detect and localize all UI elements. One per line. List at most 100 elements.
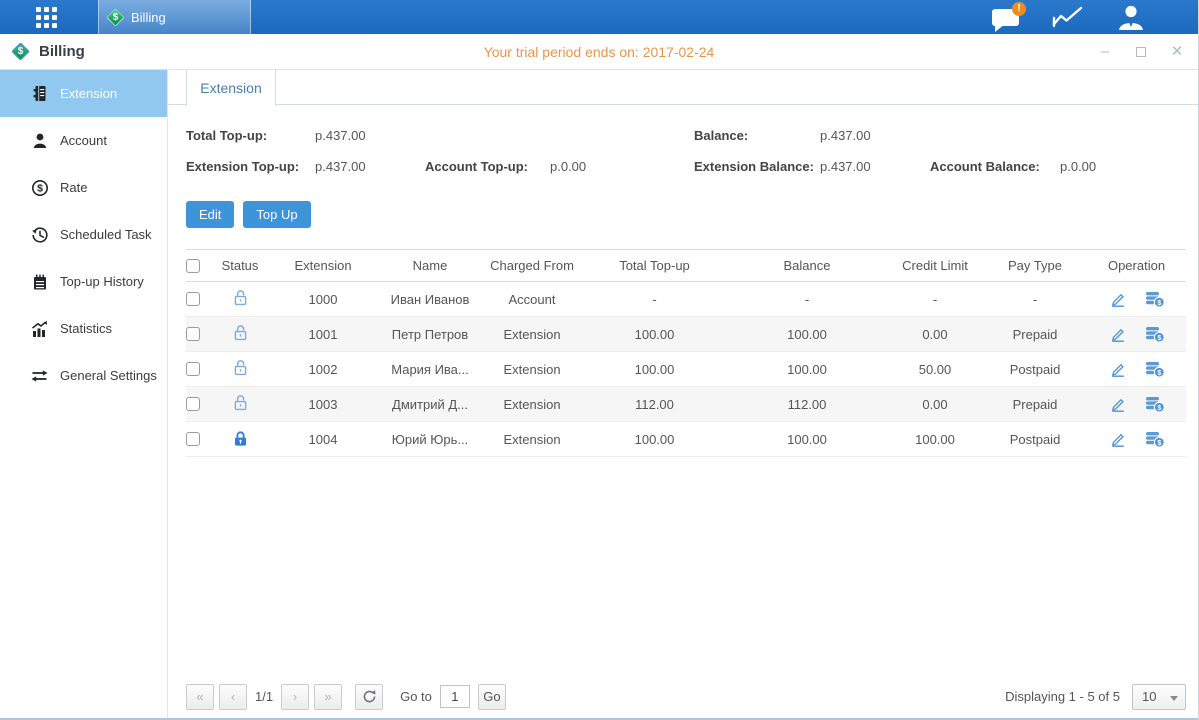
- sidebar-item-scheduled-task[interactable]: Scheduled Task: [0, 211, 167, 258]
- edit-icon[interactable]: [1109, 360, 1127, 378]
- prev-page-button[interactable]: ‹: [219, 684, 247, 710]
- table-row: 1002 Мария Ива... Extension 100.00 100.0…: [186, 352, 1186, 387]
- edit-icon[interactable]: [1109, 290, 1127, 308]
- row-topup-icon[interactable]: $: [1145, 396, 1165, 413]
- sidebar-item-topup-history[interactable]: Top-up History: [0, 258, 167, 305]
- row-topup-icon[interactable]: $: [1145, 361, 1165, 378]
- edit-icon[interactable]: [1109, 395, 1127, 413]
- cell-extension: 1002: [268, 362, 378, 377]
- header-extension: Extension: [268, 258, 378, 273]
- notifications-icon[interactable]: !: [992, 9, 1019, 26]
- sidebar-item-rate[interactable]: $ Rate: [0, 164, 167, 211]
- balance-label: Balance:: [694, 128, 748, 143]
- header-pay-type: Pay Type: [983, 258, 1087, 273]
- taskbar-tab-billing[interactable]: $ Billing: [98, 0, 251, 34]
- last-page-button[interactable]: »: [314, 684, 342, 710]
- total-topup-label: Total Top-up:: [186, 128, 267, 143]
- header-charged-from: Charged From: [482, 258, 582, 273]
- sidebar-item-label: Statistics: [60, 321, 112, 336]
- resource-monitor-icon[interactable]: [1051, 5, 1084, 29]
- cell-balance: -: [727, 292, 887, 307]
- lock-open-icon: [232, 324, 249, 345]
- edit-button[interactable]: Edit: [186, 201, 234, 228]
- header-total-topup: Total Top-up: [582, 258, 727, 273]
- table-header: Status Extension Name Charged From Total…: [186, 249, 1186, 282]
- tab-extension[interactable]: Extension: [186, 70, 276, 106]
- sidebar-item-general-settings[interactable]: General Settings: [0, 352, 167, 399]
- row-topup-icon[interactable]: $: [1145, 431, 1165, 448]
- cell-balance: 112.00: [727, 397, 887, 412]
- row-checkbox[interactable]: [186, 397, 200, 411]
- table-row: 1004 Юрий Юрь... Extension 100.00 100.00…: [186, 422, 1186, 457]
- minimize-button[interactable]: –: [1098, 45, 1112, 59]
- pagination-bar: « ‹ 1/1 › » Go to Go Displaying 1 - 5 of…: [186, 683, 1186, 710]
- page-size-select[interactable]: 10: [1132, 684, 1186, 710]
- header-balance: Balance: [727, 258, 887, 273]
- dollar-coin-icon: $: [30, 178, 49, 197]
- row-topup-icon[interactable]: $: [1145, 326, 1165, 343]
- extension-balance-value: p.437.00: [820, 159, 871, 174]
- first-page-button[interactable]: «: [186, 684, 214, 710]
- cell-pay-type: Prepaid: [983, 397, 1087, 412]
- account-balance-value: p.0.00: [1060, 159, 1096, 174]
- row-checkbox[interactable]: [186, 432, 200, 446]
- cell-credit-limit: 0.00: [887, 397, 983, 412]
- maximize-button[interactable]: [1134, 45, 1148, 59]
- sidebar-item-account[interactable]: Account: [0, 117, 167, 164]
- balance-value: p.437.00: [820, 128, 871, 143]
- account-balance-label: Account Balance:: [930, 159, 1040, 174]
- chevron-down-icon: [1170, 696, 1178, 701]
- lock-open-icon: [232, 289, 249, 310]
- billing-dollar-icon: $: [106, 8, 124, 26]
- main-content: Extension Total Top-up: p.437.00 Balance…: [168, 70, 1199, 720]
- cell-credit-limit: 100.00: [887, 432, 983, 447]
- row-topup-icon[interactable]: $: [1145, 291, 1165, 308]
- sidebar-item-label: Extension: [60, 86, 117, 101]
- cell-extension: 1001: [268, 327, 378, 342]
- edit-icon[interactable]: [1109, 325, 1127, 343]
- refresh-button[interactable]: [355, 684, 383, 710]
- sidebar-item-label: General Settings: [60, 368, 157, 383]
- account-topup-label: Account Top-up:: [425, 159, 528, 174]
- page-indicator: 1/1: [255, 689, 273, 704]
- sidebar-item-statistics[interactable]: Statistics: [0, 305, 167, 352]
- row-checkbox[interactable]: [186, 362, 200, 376]
- cell-total-topup: -: [582, 292, 727, 307]
- lock-closed-icon: [232, 430, 249, 448]
- edit-icon[interactable]: [1109, 430, 1127, 448]
- header-operation: Operation: [1087, 258, 1186, 273]
- cell-charged-from: Extension: [482, 432, 582, 447]
- go-button[interactable]: Go: [478, 684, 506, 710]
- sidebar-item-extension[interactable]: Extension: [0, 70, 167, 117]
- displaying-text: Displaying 1 - 5 of 5: [1005, 689, 1120, 704]
- goto-page-input[interactable]: [440, 685, 470, 708]
- billing-app-window: $ Billing ! $: [0, 0, 1199, 720]
- clock-icon: [30, 225, 49, 244]
- cell-balance: 100.00: [727, 432, 887, 447]
- next-page-button[interactable]: ›: [281, 684, 309, 710]
- transfer-arrows-icon: [30, 366, 49, 385]
- cell-name: Иван Иванов: [378, 292, 482, 307]
- svg-text:$: $: [37, 182, 43, 194]
- cell-credit-limit: 50.00: [887, 362, 983, 377]
- topup-button[interactable]: Top Up: [243, 201, 310, 228]
- extension-table: Status Extension Name Charged From Total…: [186, 249, 1186, 457]
- user-account-icon[interactable]: [1116, 4, 1146, 31]
- cell-charged-from: Extension: [482, 362, 582, 377]
- header-credit-limit: Credit Limit: [887, 258, 983, 273]
- row-checkbox[interactable]: [186, 292, 200, 306]
- row-checkbox[interactable]: [186, 327, 200, 341]
- cell-total-topup: 112.00: [582, 397, 727, 412]
- lock-open-icon: [232, 359, 249, 380]
- cell-name: Дмитрий Д...: [378, 397, 482, 412]
- close-button[interactable]: ✕: [1170, 45, 1184, 59]
- header-name: Name: [378, 258, 482, 273]
- select-all-checkbox[interactable]: [186, 259, 200, 273]
- table-body: 1000 Иван Иванов Account - - - - $: [186, 282, 1186, 457]
- sidebar-item-label: Account: [60, 133, 107, 148]
- taskbar: $ Billing !: [0, 0, 1198, 34]
- table-row: 1003 Дмитрий Д... Extension 112.00 112.0…: [186, 387, 1186, 422]
- sidebar: Extension Account $ Rate: [0, 70, 168, 720]
- app-launcher-icon[interactable]: [36, 7, 57, 28]
- lock-open-icon: [232, 394, 249, 415]
